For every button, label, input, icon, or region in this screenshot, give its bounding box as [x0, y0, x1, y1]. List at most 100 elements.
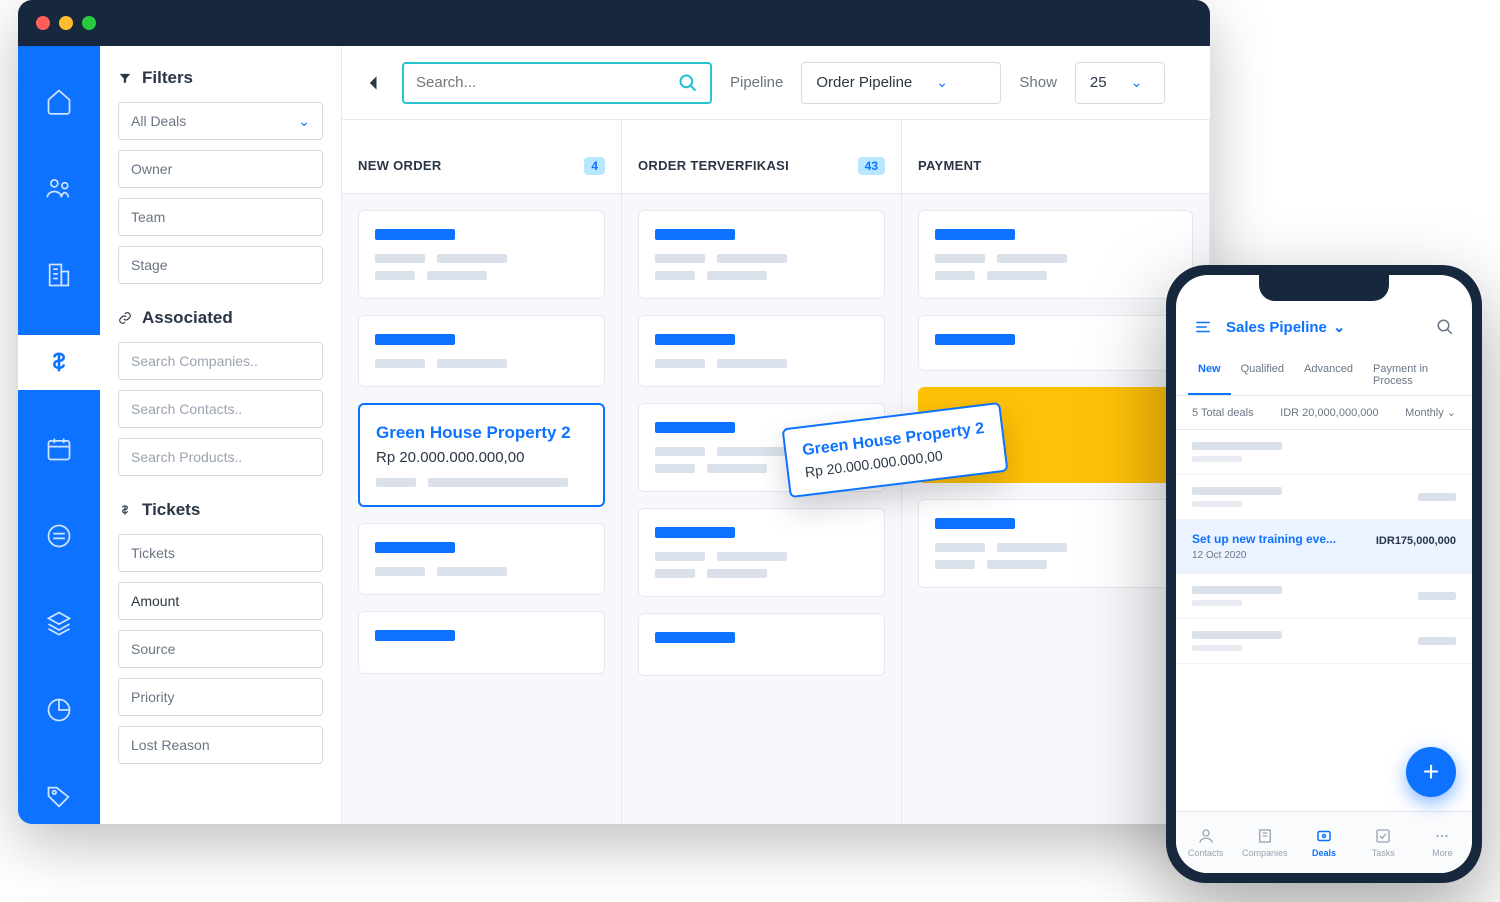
deal-card[interactable] [918, 210, 1193, 299]
phone-deal-row[interactable] [1176, 574, 1472, 619]
column-count-badge: 43 [858, 157, 885, 175]
minimize-window-icon[interactable] [59, 16, 73, 30]
phone-tab-qualified[interactable]: Qualified [1231, 355, 1294, 395]
filters-panel: Filters All Deals ⌄ Owner Team Stage Ass… [100, 46, 342, 824]
phone-tab-advanced[interactable]: Advanced [1294, 355, 1363, 395]
phone-pipeline-select[interactable]: Sales Pipeline⌄ [1226, 318, 1345, 336]
phone-nav-tasks[interactable]: Tasks [1354, 812, 1413, 873]
phone-nav-contacts[interactable]: Contacts [1176, 812, 1235, 873]
nav-tags[interactable] [18, 769, 100, 824]
phone-nav-companies[interactable]: Companies [1235, 812, 1294, 873]
tickets-heading: Tickets [118, 500, 323, 520]
phone-tab-payment[interactable]: Payment in Process [1363, 355, 1460, 395]
phone-tab-new[interactable]: New [1188, 355, 1231, 395]
phone-frame: Sales Pipeline⌄ New Qualified Advanced P… [1166, 265, 1482, 883]
owner-label: Owner [131, 161, 172, 177]
deal-card-featured[interactable]: Green House Property 2 Rp 20.000.000.000… [358, 403, 605, 507]
menu-icon[interactable] [1194, 318, 1212, 336]
close-window-icon[interactable] [36, 16, 50, 30]
nav-lists[interactable] [18, 508, 100, 563]
deal-amount: Rp 20.000.000.000,00 [376, 449, 587, 466]
phone-nav-deals[interactable]: Deals [1294, 812, 1353, 873]
deal-card[interactable] [638, 210, 885, 299]
pipeline-select[interactable]: Order Pipeline ⌄ [801, 62, 1001, 104]
filters-heading-text: Filters [142, 68, 193, 88]
phone-screen: Sales Pipeline⌄ New Qualified Advanced P… [1176, 275, 1472, 873]
column-header: ORDER TERVERFIKASI 43 [622, 138, 901, 194]
lost-reason-filter[interactable]: Lost Reason [118, 726, 323, 764]
column-body[interactable]: Green House Property 2 Rp 20.000.000.000… [342, 194, 621, 824]
phone-deal-row[interactable] [1176, 430, 1472, 475]
phone-deal-row-active[interactable]: Set up new training eve... 12 Oct 2020 I… [1176, 520, 1472, 574]
chevron-down-icon: ⌄ [1131, 74, 1143, 91]
search-input[interactable] [402, 62, 712, 104]
column-header: PAYMENT [902, 138, 1209, 194]
phone-deal-date: 12 Oct 2020 [1192, 550, 1456, 561]
search-contacts-input[interactable] [118, 390, 323, 428]
deal-card[interactable] [638, 315, 885, 387]
nav-reports[interactable] [18, 682, 100, 737]
all-deals-select[interactable]: All Deals ⌄ [118, 102, 323, 140]
add-deal-button[interactable]: + [1406, 747, 1456, 797]
deal-card[interactable] [918, 499, 1193, 588]
window-controls [36, 16, 96, 30]
nav-companies[interactable] [18, 248, 100, 303]
board-toolbar: Pipeline Order Pipeline ⌄ Show 25 ⌄ [342, 46, 1210, 120]
column-progress [638, 128, 885, 138]
owner-filter[interactable]: Owner [118, 150, 323, 188]
amount-filter[interactable]: Amount [118, 582, 323, 620]
associated-heading: Associated [118, 308, 323, 328]
search-companies-input[interactable] [118, 342, 323, 380]
deal-card[interactable] [358, 611, 605, 674]
maximize-window-icon[interactable] [82, 16, 96, 30]
nav-rail [18, 46, 100, 824]
phone-period-select[interactable]: Monthly ⌄ [1405, 406, 1456, 419]
column-progress [358, 128, 605, 138]
phone-header: Sales Pipeline⌄ [1176, 299, 1472, 355]
deal-card[interactable] [358, 210, 605, 299]
pipeline-label: Pipeline [730, 74, 783, 91]
lost-reason-label: Lost Reason [131, 737, 210, 753]
tickets-filter[interactable]: Tickets [118, 534, 323, 572]
chevron-down-icon: ⌄ [1333, 318, 1346, 336]
deal-card[interactable] [358, 315, 605, 387]
filter-icon [118, 71, 132, 85]
deal-card[interactable] [918, 315, 1193, 371]
pipeline-value: Order Pipeline [816, 74, 912, 91]
team-label: Team [131, 209, 165, 225]
phone-notch [1259, 275, 1389, 301]
amount-label: Amount [131, 593, 179, 609]
deal-card[interactable] [638, 613, 885, 676]
search-products-input[interactable] [118, 438, 323, 476]
phone-deal-row[interactable] [1176, 475, 1472, 520]
column-title: PAYMENT [918, 158, 982, 173]
team-filter[interactable]: Team [118, 198, 323, 236]
deal-card[interactable] [358, 523, 605, 595]
nav-layers[interactable] [18, 595, 100, 650]
chevron-down-icon: ⌄ [936, 74, 948, 91]
show-value: 25 [1090, 74, 1107, 91]
column-body[interactable] [622, 194, 901, 824]
column-title: ORDER TERVERFIKASI [638, 158, 789, 173]
nav-home[interactable] [18, 74, 100, 129]
nav-calendar[interactable] [18, 422, 100, 477]
phone-deal-row[interactable] [1176, 619, 1472, 664]
tickets-heading-text: Tickets [142, 500, 200, 520]
column-header: NEW ORDER 4 [342, 138, 621, 194]
search-icon[interactable] [1436, 318, 1454, 336]
stage-label: Stage [131, 257, 168, 273]
column-progress [918, 128, 1193, 138]
priority-filter[interactable]: Priority [118, 678, 323, 716]
phone-summary-bar: 5 Total deals IDR 20,000,000,000 Monthly… [1176, 396, 1472, 430]
nav-contacts[interactable] [18, 161, 100, 216]
stage-filter[interactable]: Stage [118, 246, 323, 284]
show-select[interactable]: 25 ⌄ [1075, 62, 1165, 104]
nav-deals[interactable] [18, 335, 100, 390]
pipeline-board: Pipeline Order Pipeline ⌄ Show 25 ⌄ NEW … [342, 46, 1210, 824]
column-title: NEW ORDER [358, 158, 442, 173]
phone-nav-more[interactable]: More [1413, 812, 1472, 873]
source-filter[interactable]: Source [118, 630, 323, 668]
back-button[interactable] [364, 73, 384, 93]
column-body[interactable] [902, 194, 1209, 824]
deal-card[interactable] [638, 508, 885, 597]
